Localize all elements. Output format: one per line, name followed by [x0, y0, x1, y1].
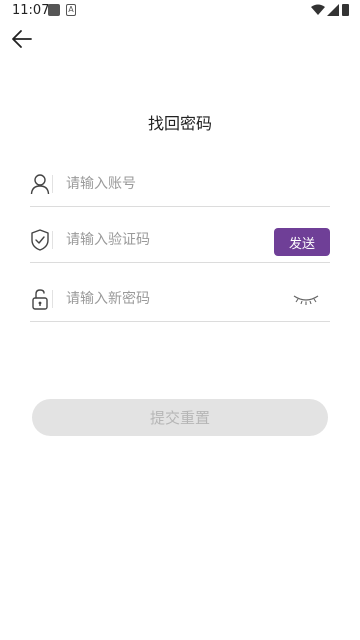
a-notification-icon: A	[66, 4, 76, 16]
status-time: 11:07	[12, 3, 50, 18]
field-divider	[52, 290, 53, 308]
app-notification-icon	[48, 4, 60, 16]
page-title: 找回密码	[147, 114, 212, 133]
arrow-left-icon	[12, 30, 32, 48]
submit-reset-button[interactable]: 提交重置	[32, 399, 328, 436]
back-button[interactable]	[10, 28, 36, 50]
status-bar: 11:07 A	[0, 0, 360, 22]
send-code-button[interactable]: 发送	[274, 228, 330, 256]
shield-check-icon	[31, 229, 49, 251]
field-divider	[52, 231, 53, 249]
account-input[interactable]	[66, 171, 266, 197]
wifi-icon	[311, 4, 325, 15]
reset-password-screen: 11:07 A 找回密码 发送	[0, 0, 360, 640]
unlock-icon	[32, 289, 48, 310]
verification-code-field: 发送	[30, 219, 330, 263]
battery-icon	[342, 4, 349, 16]
user-icon	[30, 174, 50, 195]
verification-code-input[interactable]	[66, 227, 266, 253]
signal-icon	[327, 4, 339, 16]
eye-closed-icon[interactable]	[292, 291, 320, 307]
new-password-field	[30, 278, 330, 322]
field-divider	[52, 175, 53, 193]
account-field	[30, 163, 330, 207]
new-password-input[interactable]	[66, 286, 266, 312]
